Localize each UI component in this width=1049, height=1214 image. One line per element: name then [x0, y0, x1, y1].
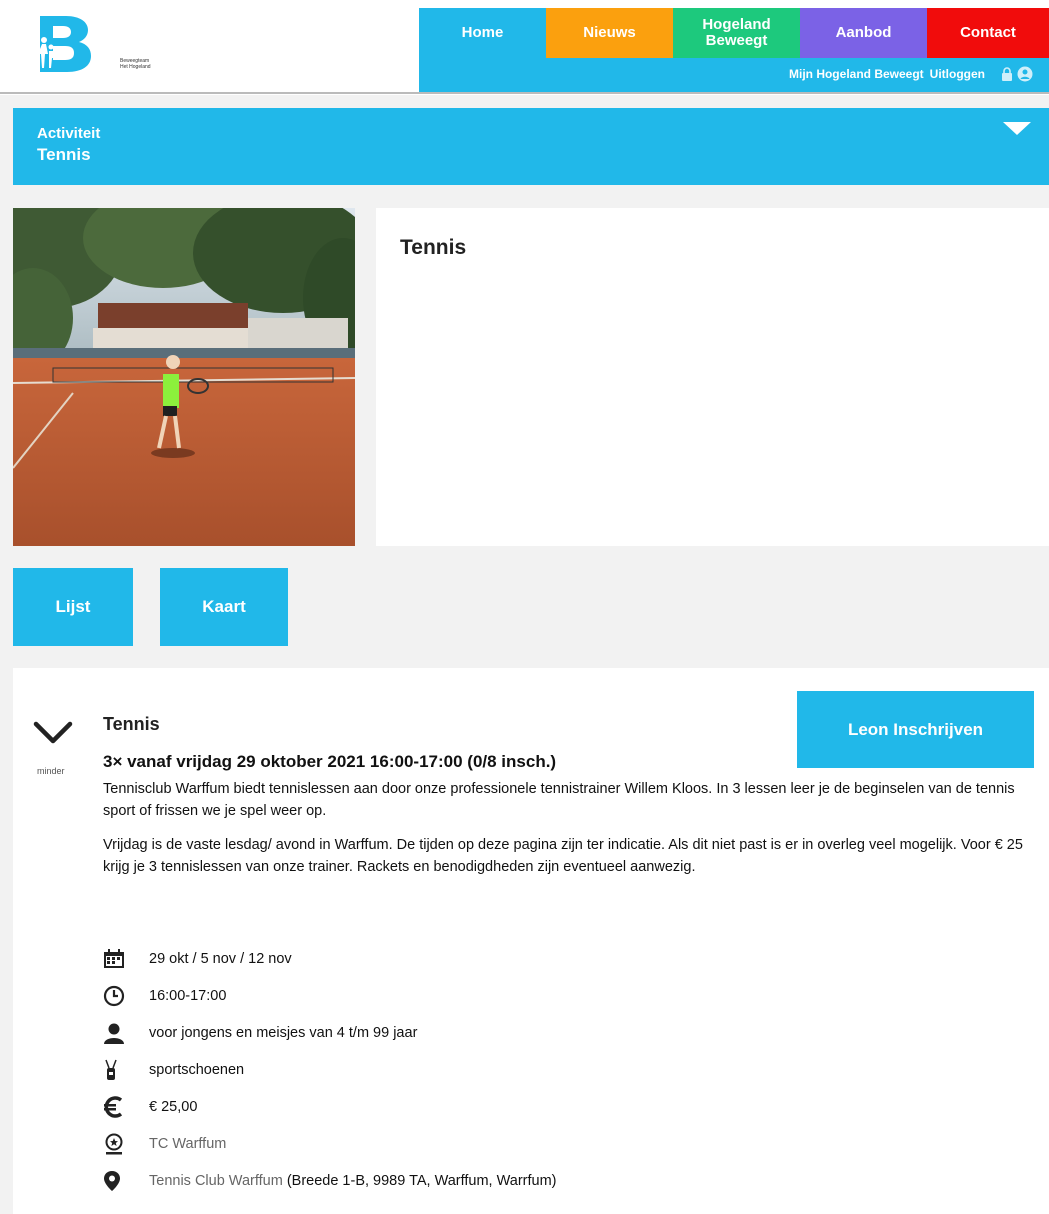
activity-title-card: Tennis — [376, 208, 1049, 546]
info-time: 16:00-17:00 — [103, 977, 557, 1014]
header-divider — [0, 92, 1049, 94]
enroll-button[interactable]: Leon Inschrijven — [797, 691, 1034, 768]
activity-title: Tennis — [400, 236, 467, 259]
collapse-toggle-label[interactable]: minder — [37, 766, 65, 776]
info-price-text: € 25,00 — [149, 1098, 198, 1115]
mijn-hogeland-link[interactable]: Mijn Hogeland Beweegt — [789, 67, 924, 81]
info-dates: 29 okt / 5 nov / 12 nov — [103, 940, 557, 977]
euro-icon — [103, 1095, 133, 1118]
organizer-icon — [103, 1133, 133, 1155]
user-icon — [1017, 66, 1033, 82]
lock-icon — [1002, 67, 1012, 81]
site-logo[interactable]: Beweegteam Het Hogeland — [36, 14, 156, 74]
lijst-button[interactable]: Lijst — [13, 568, 133, 646]
info-organizer: TC Warffum — [103, 1125, 557, 1162]
nav-label: Home — [461, 24, 504, 41]
site-header: Beweegteam Het Hogeland Home Nieuws Hoge… — [0, 0, 1049, 95]
nav-label: Nieuws — [583, 24, 636, 41]
organizer-link[interactable]: TC Warffum — [149, 1136, 226, 1152]
account-links: Mijn Hogeland Beweegt Uitloggen — [789, 66, 1033, 82]
info-audience-text: voor jongens en meisjes van 4 t/m 99 jaa… — [149, 1024, 418, 1041]
chevron-down-icon[interactable] — [33, 718, 73, 748]
nav-item-contact[interactable]: Contact — [927, 8, 1049, 58]
person-icon — [103, 1022, 133, 1044]
nav-label-line-2: Beweegt — [705, 32, 768, 49]
nav-item-home[interactable]: Home — [419, 8, 546, 58]
info-requirements: sportschoenen — [103, 1051, 557, 1088]
account-icons[interactable] — [999, 66, 1033, 82]
info-requirements-text: sportschoenen — [149, 1061, 245, 1078]
nav-item-nieuws[interactable]: Nieuws — [546, 8, 673, 58]
location-link[interactable]: Tennis Club Warffum — [149, 1173, 283, 1189]
logo-tagline-2: Het Hogeland — [120, 64, 151, 70]
nav-row: Home Nieuws Hogeland Beweegt Aanbod Conta… — [419, 8, 1049, 58]
nav-label: Contact — [960, 24, 1016, 41]
nav-item-aanbod[interactable]: Aanbod — [800, 8, 927, 58]
activity-value: Tennis — [37, 145, 91, 164]
detail-schedule: 3× vanaf vrijdag 29 oktober 2021 16:00-1… — [103, 752, 557, 771]
caret-down-icon[interactable] — [1003, 122, 1031, 135]
logo-tagline: Beweegteam Het Hogeland — [120, 58, 151, 70]
location-address: (Breede 1-B, 9989 TA, Warffum, Warrfum) — [286, 1172, 557, 1189]
nav-label: Aanbod — [835, 24, 892, 41]
detail-paragraph: Vrijdag is de vaste lesdag/ avond in War… — [103, 837, 1023, 875]
calendar-icon — [103, 948, 133, 970]
activity-filter-bar[interactable]: Activiteit Tennis — [13, 108, 1049, 185]
info-audience: voor jongens en meisjes van 4 t/m 99 jaa… — [103, 1014, 557, 1051]
uitloggen-link[interactable]: Uitloggen — [930, 67, 985, 81]
info-list: 29 okt / 5 nov / 12 nov 16:00-17:00 voor… — [103, 940, 557, 1199]
info-price: € 25,00 — [103, 1088, 557, 1125]
shoes-icon — [103, 1059, 133, 1081]
activity-detail-card: minder Tennis 3× vanaf vrijdag 29 oktobe… — [13, 668, 1049, 1214]
main-nav: Home Nieuws Hogeland Beweegt Aanbod Conta… — [419, 8, 1049, 92]
activity-photo — [13, 208, 355, 546]
logo-b-icon — [38, 16, 91, 72]
tennis-court-image — [13, 208, 355, 546]
kaart-button[interactable]: Kaart — [160, 568, 288, 646]
info-time-text: 16:00-17:00 — [149, 987, 227, 1004]
nav-item-hogeland-beweegt[interactable]: Hogeland Beweegt — [673, 8, 800, 58]
info-location: Tennis Club Warffum (Breede 1-B, 9989 TA… — [103, 1162, 557, 1199]
activity-label: Activiteit — [37, 125, 101, 142]
nav-label: Hogeland Beweegt — [702, 17, 770, 49]
clock-icon — [103, 985, 133, 1007]
nav-label-line-1: Hogeland — [702, 16, 771, 33]
info-dates-text: 29 okt / 5 nov / 12 nov — [149, 950, 292, 967]
detail-title: Tennis — [103, 714, 160, 734]
location-pin-icon — [103, 1170, 133, 1192]
detail-paragraph: Tennisclub Warffum biedt tennislessen aa… — [103, 781, 1015, 819]
